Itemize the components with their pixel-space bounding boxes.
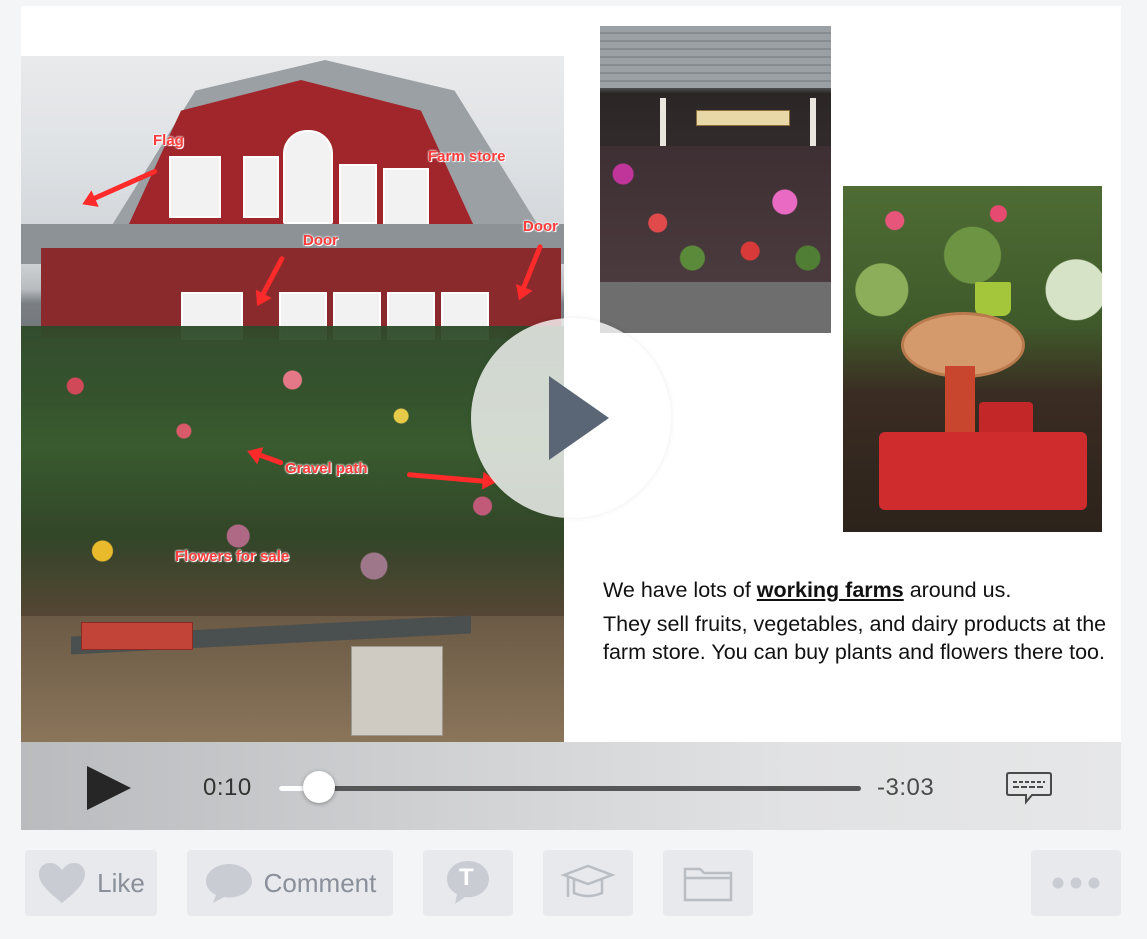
tag-letter: T — [459, 864, 474, 891]
garden-decor-photo — [843, 186, 1102, 532]
porch-roof — [600, 26, 831, 88]
cinder-block — [351, 646, 443, 736]
caption-line-1: We have lots of working farms around us. — [603, 576, 1113, 604]
tag-button[interactable]: T — [423, 850, 513, 916]
seek-thumb[interactable] — [303, 771, 336, 803]
red-toy-truck — [879, 432, 1087, 510]
graduation-cap-icon — [560, 864, 616, 898]
barn-window — [339, 164, 377, 224]
comment-button[interactable]: Comment — [187, 850, 393, 916]
ellipsis-icon — [1052, 877, 1100, 889]
big-play-button[interactable] — [471, 318, 671, 518]
barn-window — [243, 156, 279, 218]
caption-paragraph-2: They sell fruits, vegetables, and dairy … — [603, 612, 1107, 664]
like-label: Like — [97, 867, 145, 898]
folder-button[interactable] — [663, 850, 753, 916]
bird-bath-stand — [945, 366, 975, 436]
barn-window — [283, 130, 333, 224]
road — [600, 282, 831, 333]
annotation-farm-store: Farm store — [428, 148, 506, 165]
flower-pot — [975, 282, 1011, 316]
play-icon — [549, 376, 609, 460]
comment-label: Comment — [263, 867, 377, 898]
flower-crates — [81, 622, 193, 650]
comment-icon — [205, 864, 252, 903]
video-controls: 0:10 -3:03 — [21, 742, 1121, 830]
seek-bar[interactable] — [279, 786, 861, 791]
caption-text: around us. — [903, 578, 1012, 602]
caption-text: We have lots of — [603, 578, 757, 602]
elapsed-time: 0:10 — [203, 774, 252, 801]
barn-window — [383, 168, 429, 228]
lesson-button[interactable] — [543, 850, 633, 916]
store-sign — [696, 110, 790, 126]
remaining-time: -3:03 — [877, 774, 935, 801]
closed-captions-button[interactable] — [1006, 771, 1052, 805]
annotation-door: Door — [523, 218, 558, 235]
folder-icon — [683, 867, 733, 902]
video-player[interactable]: Flag Farm store Door Door Gravel path Fl… — [21, 6, 1121, 830]
more-options-button[interactable] — [1031, 850, 1121, 916]
flower-display — [600, 146, 831, 286]
play-button[interactable] — [87, 766, 131, 810]
slide-caption: We have lots of working farms around us.… — [603, 576, 1113, 672]
annotation-gravel-path: Gravel path — [285, 460, 368, 477]
heart-icon — [39, 863, 86, 903]
caption-emphasis: working farms — [756, 578, 904, 602]
captions-icon — [1006, 772, 1052, 805]
barn-window — [169, 156, 221, 218]
farm-store-entrance-photo — [600, 26, 831, 333]
like-button[interactable]: Like — [25, 850, 157, 916]
annotation-flag: Flag — [153, 132, 184, 149]
annotation-door: Door — [303, 232, 338, 249]
annotation-flowers-for-sale: Flowers for sale — [175, 548, 290, 565]
